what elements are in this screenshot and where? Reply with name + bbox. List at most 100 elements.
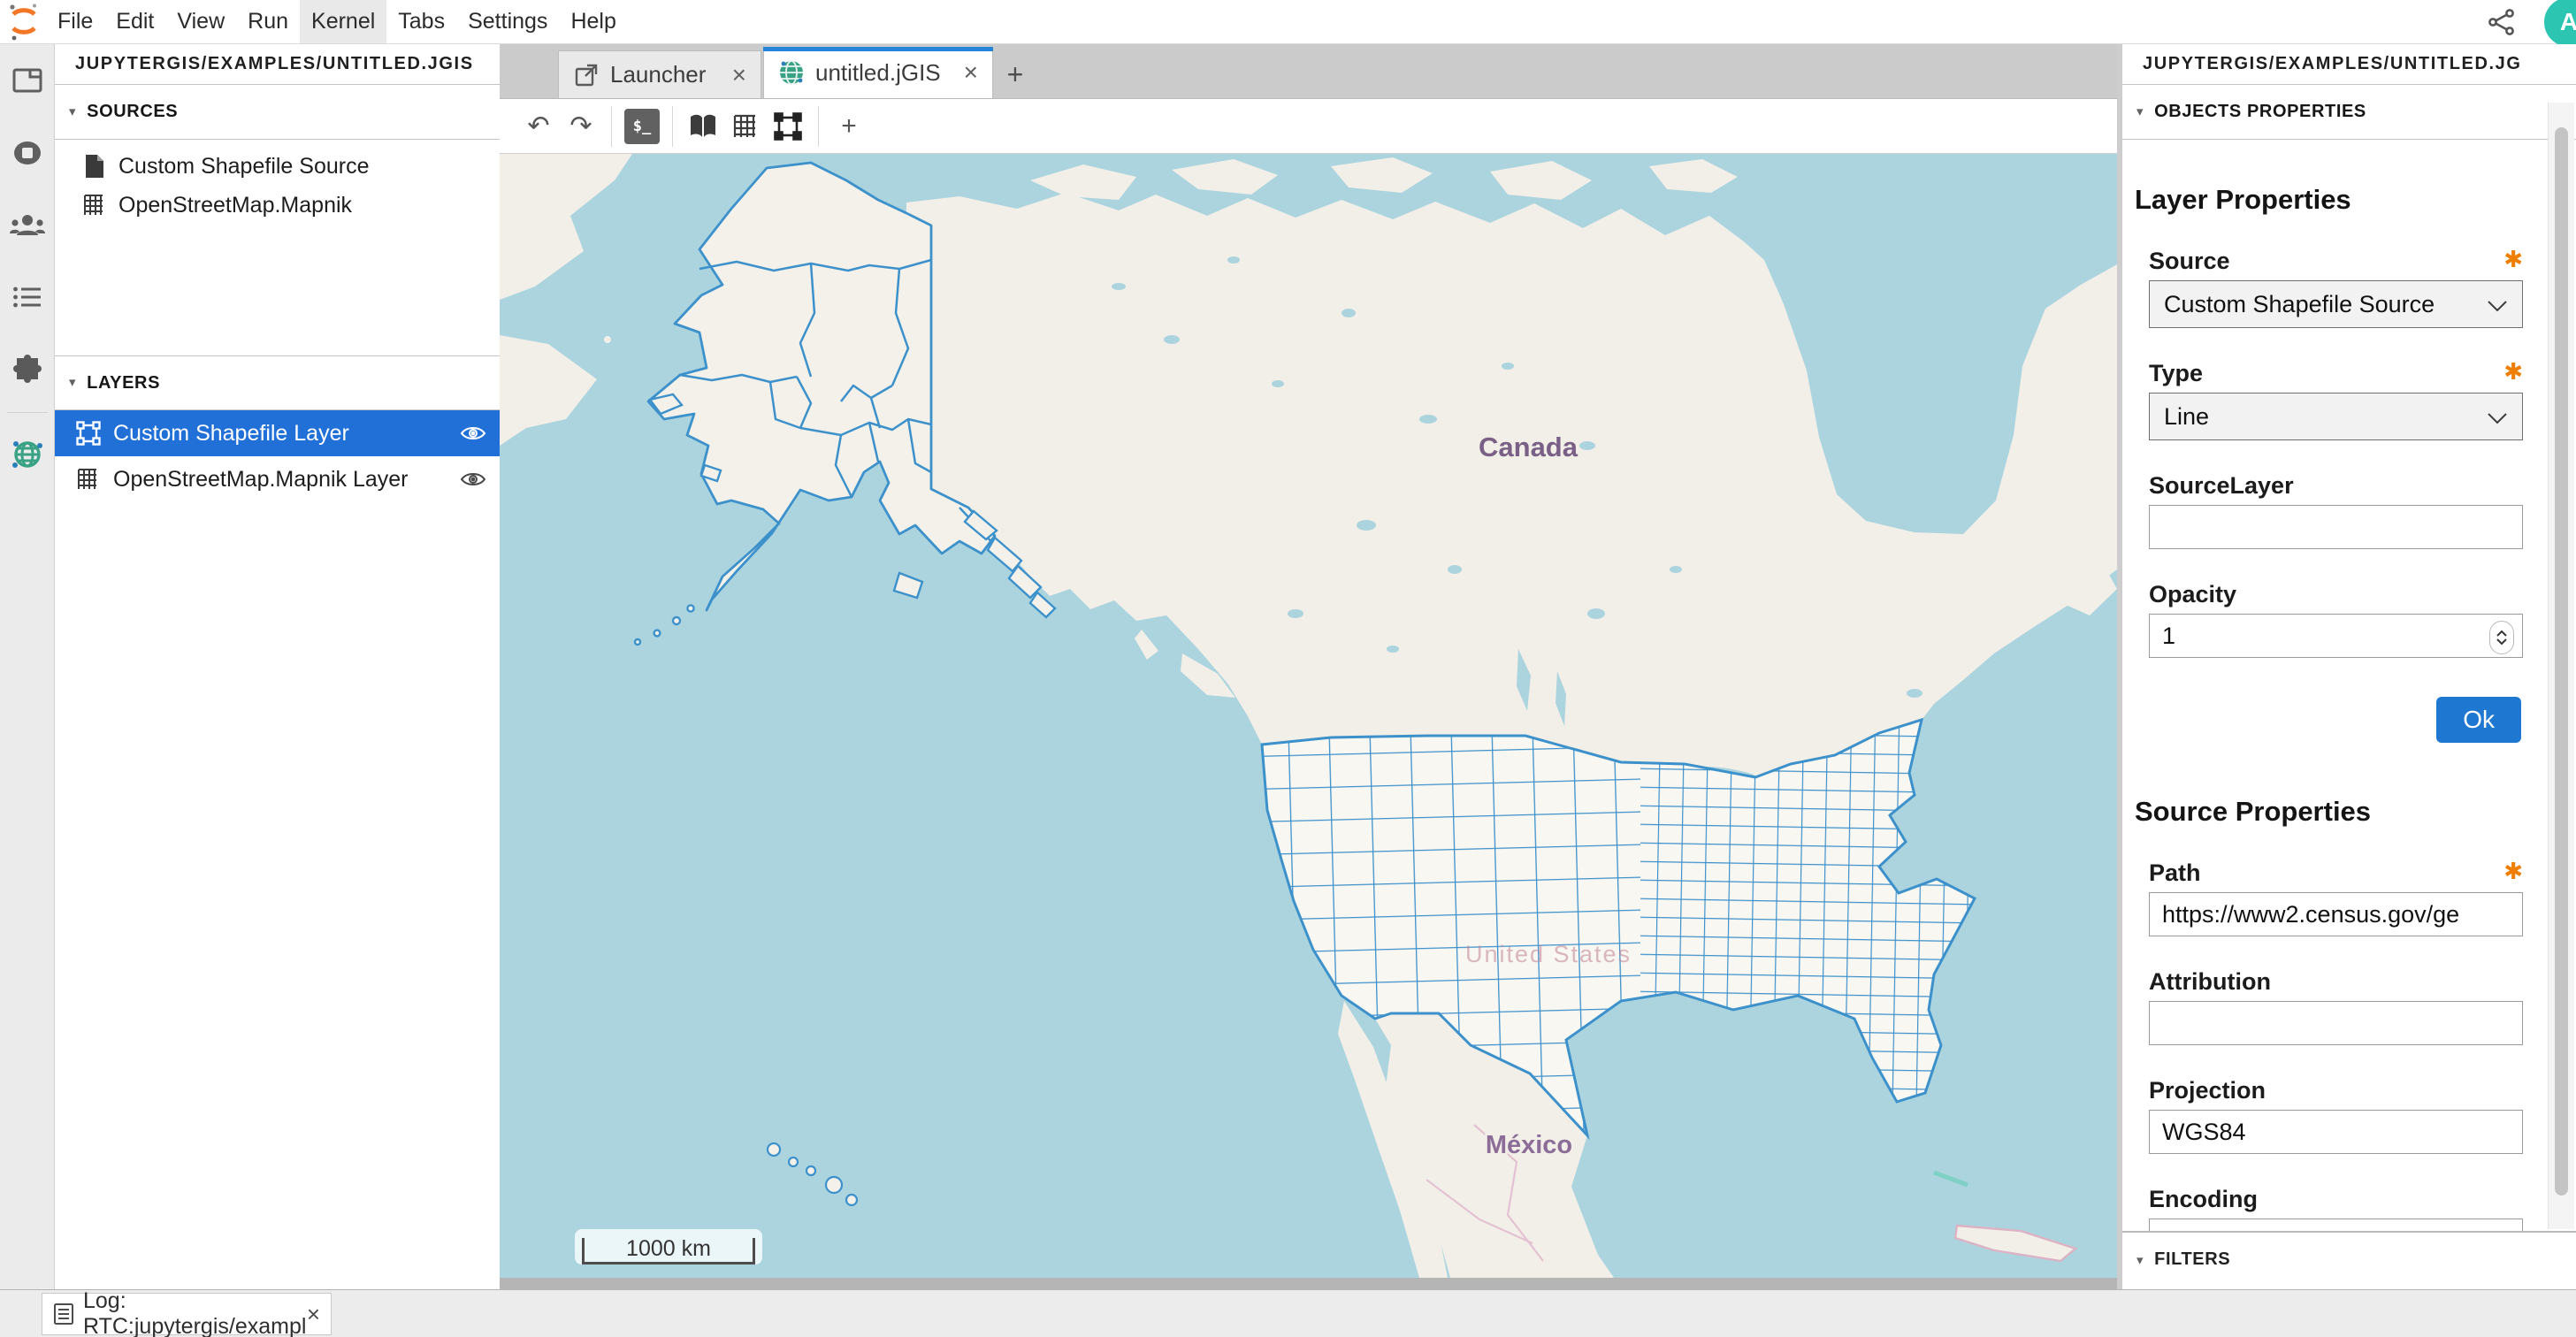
map-rendering: Canada United States México [500, 154, 2117, 1278]
type-field: Type✱ Line [2135, 360, 2523, 440]
add-toolbar-item-button[interactable]: + [828, 105, 870, 148]
caret-down-icon: ▾ [2136, 1252, 2144, 1268]
close-icon[interactable]: × [709, 61, 746, 89]
path-input[interactable] [2149, 892, 2523, 936]
layer-item-label: OpenStreetMap.Mapnik Layer [113, 467, 409, 493]
attribution-input[interactable] [2149, 1001, 2523, 1045]
scrollbar-thumb[interactable] [2555, 127, 2568, 1196]
map-label-mexico: México [1486, 1131, 1572, 1159]
activity-bar-divider [7, 412, 48, 413]
close-icon[interactable]: × [941, 58, 978, 87]
map-scale-bar: 1000 km [575, 1229, 762, 1264]
projection-field-label: Projection [2149, 1077, 2266, 1104]
source-item-openstreetmap[interactable]: OpenStreetMap.Mapnik [55, 186, 500, 225]
collaboration-icon[interactable] [0, 189, 55, 262]
log-icon [53, 1302, 74, 1326]
required-asterisk-icon: ✱ [2503, 858, 2523, 885]
layer-item-label: Custom Shapefile Layer [113, 421, 349, 447]
toolbar-divider [611, 106, 612, 147]
map-canvas[interactable]: Canada United States México 1000 km [500, 154, 2117, 1278]
layers-section-title: LAYERS [87, 373, 160, 393]
path-field: Path ✱ [2135, 860, 2523, 936]
dock-tab-bar: Launcher × untitled.jGIS × + [500, 44, 2117, 99]
extension-manager-icon[interactable] [0, 334, 55, 407]
toolbar-divider [818, 106, 819, 147]
projection-input[interactable] [2149, 1110, 2523, 1154]
menu-view[interactable]: View [165, 0, 236, 43]
type-select[interactable]: Line [2149, 393, 2523, 440]
visibility-eye-icon[interactable] [457, 417, 489, 449]
source-field-label: Source [2149, 248, 2230, 275]
console-icon[interactable]: $_ [621, 105, 663, 148]
menu-tabs[interactable]: Tabs [386, 0, 456, 43]
layers-section-header[interactable]: ▾ LAYERS [55, 355, 500, 410]
undo-icon[interactable]: ↶ [517, 105, 560, 148]
menu-help[interactable]: Help [559, 0, 627, 43]
sources-section-header[interactable]: ▾ SOURCES [55, 85, 500, 140]
menu-edit[interactable]: Edit [104, 0, 165, 43]
objects-properties-title: OBJECTS PROPERTIES [2154, 102, 2366, 122]
layer-item-custom-shapefile[interactable]: Custom Shapefile Layer [55, 410, 500, 456]
symbology-book-icon[interactable] [682, 105, 724, 148]
file-icon [81, 153, 108, 180]
visibility-eye-icon[interactable] [457, 463, 489, 495]
jupytergis-icon[interactable] [0, 418, 55, 491]
tab-label: untitled.jGIS [815, 59, 941, 87]
jgis-globe-icon [778, 59, 805, 86]
new-vector-layer-icon[interactable] [767, 105, 809, 148]
toolbar-divider [672, 106, 673, 147]
panel-scrollbar[interactable] [2548, 103, 2574, 1229]
new-tab-button[interactable]: + [995, 50, 1036, 98]
tab-untitled-jgis[interactable]: untitled.jGIS × [763, 47, 993, 98]
chevron-down-icon [2487, 291, 2508, 318]
share-icon[interactable] [2482, 3, 2521, 42]
jupyter-logo-icon [7, 3, 41, 42]
source-item-custom-shapefile[interactable]: Custom Shapefile Source [55, 147, 500, 186]
right-panel-header: JUPYTERGIS/EXAMPLES/UNTITLED.JG [2122, 44, 2576, 85]
required-asterisk-icon: ✱ [2503, 358, 2523, 386]
menu-settings[interactable]: Settings [456, 0, 559, 43]
file-browser-icon[interactable] [0, 44, 55, 117]
activity-bar [0, 44, 55, 1289]
source-properties-heading: Source Properties [2135, 796, 2523, 828]
attribution-field: Attribution [2135, 968, 2523, 1045]
sourcelayer-input[interactable] [2149, 505, 2523, 549]
left-panel-header: JUPYTERGIS/EXAMPLES/UNTITLED.JGIS [55, 44, 500, 85]
main-dock: Launcher × untitled.jGIS × + ↶ ↷ [500, 44, 2117, 1289]
raster-grid-icon [74, 465, 103, 493]
attribution-field-label: Attribution [2149, 968, 2271, 996]
ok-button[interactable]: Ok [2436, 697, 2521, 743]
number-stepper[interactable] [2489, 621, 2514, 654]
source-select[interactable]: Custom Shapefile Source [2149, 280, 2523, 328]
menu-file[interactable]: File [46, 0, 104, 43]
user-avatar[interactable]: A [2544, 0, 2576, 47]
menu-bar: File Edit View Run Kernel Tabs Settings … [0, 0, 2576, 44]
layer-item-openstreetmap[interactable]: OpenStreetMap.Mapnik Layer [55, 456, 500, 502]
redo-icon[interactable]: ↷ [560, 105, 602, 148]
close-icon[interactable]: × [307, 1301, 320, 1328]
tab-launcher[interactable]: Launcher × [558, 50, 761, 98]
horizontal-splitter[interactable] [500, 1278, 2117, 1289]
caret-down-icon: ▾ [69, 103, 76, 119]
encoding-field: Encoding [2135, 1186, 2523, 1231]
left-sidebar-panel: JUPYTERGIS/EXAMPLES/UNTITLED.JGIS ▾ SOUR… [55, 44, 500, 1289]
path-field-label: Path [2149, 860, 2201, 887]
properties-scroll-area: Layer Properties Source✱ Custom Shapefil… [2122, 145, 2576, 1231]
raster-grid-icon [81, 192, 108, 218]
running-sessions-icon[interactable] [0, 117, 55, 189]
table-of-contents-icon[interactable] [0, 262, 55, 334]
filters-section-title: FILTERS [2154, 1249, 2230, 1270]
filters-section-header[interactable]: ▾ FILTERS [2122, 1231, 2576, 1287]
menu-kernel[interactable]: Kernel [300, 0, 386, 43]
encoding-input[interactable] [2149, 1219, 2523, 1231]
new-raster-layer-icon[interactable] [724, 105, 767, 148]
menubar-right: A [2482, 0, 2576, 43]
opacity-input[interactable] [2149, 614, 2523, 658]
source-field: Source✱ Custom Shapefile Source [2135, 248, 2523, 328]
menu-run[interactable]: Run [236, 0, 300, 43]
objects-properties-section-header[interactable]: ▾ OBJECTS PROPERTIES [2122, 85, 2576, 140]
log-console-tab[interactable]: Log: RTC:jupytergis/exampl × [42, 1293, 332, 1335]
opacity-field-label: Opacity [2149, 581, 2236, 608]
vector-icon [74, 419, 103, 447]
source-item-label: OpenStreetMap.Mapnik [118, 193, 352, 218]
